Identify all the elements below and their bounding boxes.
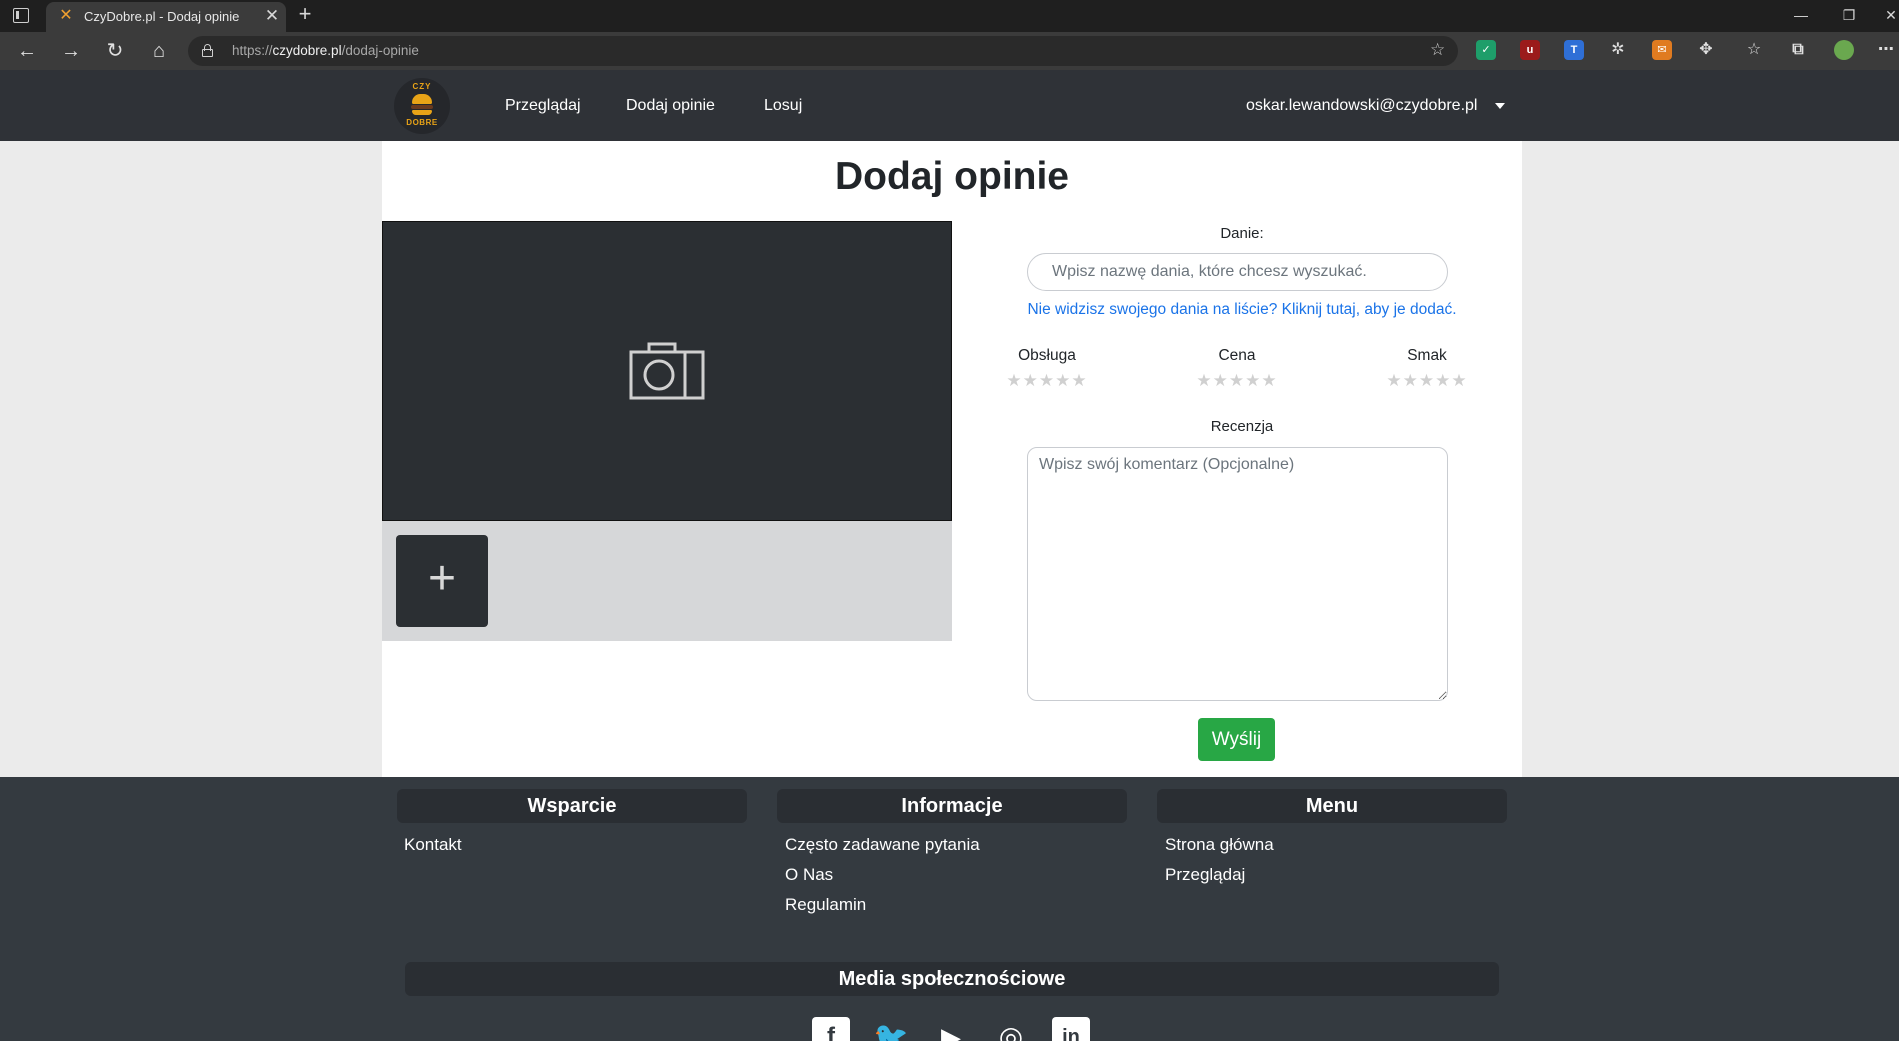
new-tab-icon[interactable]: + — [294, 3, 316, 26]
star-icon[interactable]: ★ — [1055, 371, 1071, 390]
star-icon[interactable]: ★ — [1229, 371, 1245, 390]
tab-close-icon[interactable]: ✕ — [262, 6, 282, 26]
rating-label-price: Cena — [1218, 347, 1256, 364]
footer-heading-info: Informacje — [777, 789, 1127, 823]
main-content: Dodaj opinie + Danie: Nie widzisz swojeg… — [382, 141, 1522, 777]
star-icon[interactable]: ★ — [1261, 371, 1277, 390]
site-footer: Wsparcie Kontakt Informacje Często zadaw… — [0, 777, 1899, 1041]
settings-extension-icon[interactable]: ✲ — [1608, 40, 1628, 60]
star-icon[interactable]: ★ — [1071, 371, 1087, 390]
extensions-icon[interactable]: ✥ — [1696, 40, 1716, 60]
review-textarea[interactable] — [1027, 447, 1448, 701]
footer-link-about[interactable]: O Nas — [785, 865, 833, 885]
star-icon[interactable]: ★ — [1403, 371, 1419, 390]
footer-heading-social: Media społecznościowe — [405, 962, 1499, 996]
add-photo-button[interactable]: + — [396, 535, 488, 627]
browser-tab[interactable]: ✕ CzyDobre.pl - Dodaj opinie ✕ — [46, 2, 286, 32]
home-icon[interactable]: ⌂ — [146, 39, 172, 63]
footer-link-faq[interactable]: Często zadawane pytania — [785, 835, 980, 855]
ublock-extension-icon[interactable]: u — [1520, 40, 1540, 60]
linkedin-icon[interactable]: in — [1052, 1017, 1090, 1041]
more-options-icon[interactable]: ⋯ — [1876, 40, 1896, 60]
translate-extension-icon[interactable]: T — [1564, 40, 1584, 60]
nav-link-random[interactable]: Losuj — [764, 97, 802, 115]
rating-stars-service[interactable]: ★★★★★ — [992, 371, 1102, 391]
forward-icon[interactable]: → — [58, 39, 84, 63]
star-icon[interactable]: ★ — [1196, 371, 1212, 390]
nav-link-browse[interactable]: Przeglądaj — [505, 97, 581, 115]
refresh-icon[interactable]: ↻ — [102, 39, 128, 63]
favorites-icon[interactable]: ☆ — [1744, 40, 1764, 60]
rating-label-service: Obsługa — [1018, 347, 1076, 364]
tab-actions-icon[interactable] — [13, 8, 29, 23]
add-favorite-icon[interactable]: ☆ — [1430, 40, 1445, 60]
footer-link-contact[interactable]: Kontakt — [404, 835, 462, 855]
window-close-icon[interactable]: ✕ — [1876, 4, 1899, 26]
star-icon[interactable]: ★ — [1386, 371, 1402, 390]
user-menu[interactable]: oskar.lewandowski@czydobre.pl — [1246, 97, 1477, 115]
dish-search-input[interactable] — [1027, 253, 1448, 291]
minimize-icon[interactable]: — — [1786, 4, 1816, 26]
star-icon[interactable]: ★ — [1039, 371, 1055, 390]
restore-icon[interactable]: ❐ — [1834, 4, 1864, 26]
rating-stars-price[interactable]: ★★★★★ — [1182, 371, 1292, 391]
site-navbar: CZY DOBRE Przeglądaj Dodaj opinie Losuj … — [0, 70, 1899, 141]
facebook-icon[interactable]: f — [812, 1017, 850, 1041]
dish-label: Danie: — [1220, 225, 1264, 242]
star-icon[interactable]: ★ — [1023, 371, 1039, 390]
star-icon[interactable]: ★ — [1245, 371, 1261, 390]
submit-button[interactable]: Wyślij — [1198, 718, 1275, 761]
star-icon[interactable]: ★ — [1451, 371, 1467, 390]
footer-heading-menu: Menu — [1157, 789, 1507, 823]
burger-icon — [412, 94, 432, 104]
rating-label-taste: Smak — [1407, 347, 1447, 364]
mail-extension-icon[interactable]: ✉ — [1652, 40, 1672, 60]
tab-title: CzyDobre.pl - Dodaj opinie — [84, 9, 240, 24]
address-bar[interactable]: https://czydobre.pl/dodaj-opinie ☆ — [188, 36, 1458, 66]
footer-link-terms[interactable]: Regulamin — [785, 895, 866, 915]
url-text: https://czydobre.pl/dodaj-opinie — [232, 43, 419, 58]
profile-avatar[interactable] — [1834, 40, 1854, 60]
photo-preview[interactable] — [382, 221, 952, 521]
footer-link-home[interactable]: Strona główna — [1165, 835, 1274, 855]
youtube-icon[interactable]: ▶ — [932, 1017, 970, 1041]
browser-tab-bar: ✕ CzyDobre.pl - Dodaj opinie ✕ + — ❐ ✕ — [0, 0, 1899, 32]
review-label: Recenzja — [1210, 418, 1274, 435]
site-favicon-icon: ✕ — [59, 7, 73, 24]
photo-thumbnails: + — [382, 521, 952, 641]
lock-icon[interactable] — [202, 44, 213, 57]
collections-icon[interactable]: ⧉ — [1788, 40, 1808, 60]
browser-toolbar: ← → ↻ ⌂ https://czydobre.pl/dodaj-opinie… — [0, 32, 1899, 70]
footer-link-browse[interactable]: Przeglądaj — [1165, 865, 1245, 885]
nav-link-add-review[interactable]: Dodaj opinie — [626, 97, 715, 115]
instagram-icon[interactable]: ◎ — [992, 1017, 1030, 1041]
camera-icon — [629, 342, 705, 400]
twitter-icon[interactable]: 🐦 — [872, 1017, 910, 1041]
footer-heading-support: Wsparcie — [397, 789, 747, 823]
star-icon[interactable]: ★ — [1435, 371, 1451, 390]
rating-stars-taste[interactable]: ★★★★★ — [1372, 371, 1482, 391]
chevron-down-icon[interactable] — [1495, 103, 1505, 109]
shield-extension-icon[interactable]: ✓ — [1476, 40, 1496, 60]
star-icon[interactable]: ★ — [1213, 371, 1229, 390]
site-logo[interactable]: CZY DOBRE — [394, 78, 450, 134]
star-icon[interactable]: ★ — [1006, 371, 1022, 390]
page-title: Dodaj opinie — [835, 155, 1069, 198]
add-dish-link[interactable]: Nie widzisz swojego dania na liście? Kli… — [962, 301, 1522, 319]
star-icon[interactable]: ★ — [1419, 371, 1435, 390]
back-icon[interactable]: ← — [14, 39, 40, 63]
